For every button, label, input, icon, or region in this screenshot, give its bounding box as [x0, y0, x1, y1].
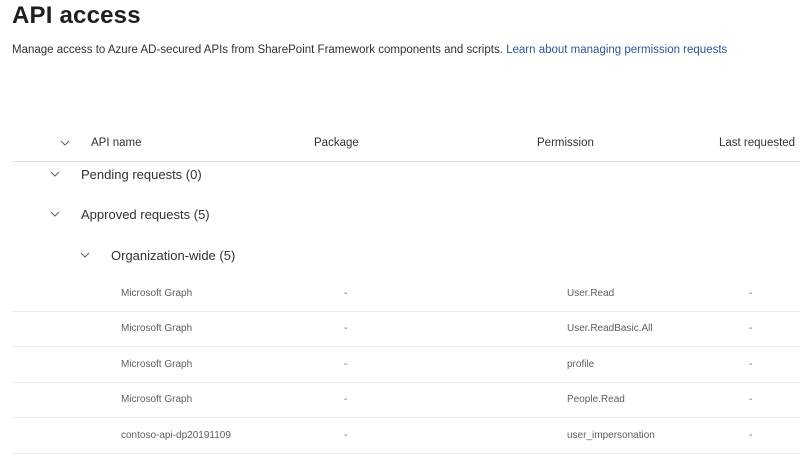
pending-group-chevron-down-icon[interactable]: [49, 168, 63, 182]
cell-api-name: Microsoft Graph: [121, 359, 193, 370]
table-header: API name Package Permission Last request…: [12, 128, 800, 162]
cell-last-requested: -: [749, 288, 753, 299]
cell-last-requested: -: [749, 323, 753, 334]
cell-permission: User.ReadBasic.All: [567, 323, 653, 334]
cell-permission: profile: [567, 359, 595, 370]
cell-package: -: [344, 323, 348, 334]
cell-permission: User.Read: [567, 288, 615, 299]
cell-api-name: Microsoft Graph: [121, 288, 193, 299]
cell-package: -: [344, 394, 348, 405]
cell-last-requested: -: [749, 430, 753, 441]
cell-package: -: [344, 359, 348, 370]
table-row[interactable]: Microsoft Graph - People.Read -: [12, 382, 800, 418]
cell-api-name: Microsoft Graph: [121, 323, 193, 334]
cell-api-name: contoso-api-dp20191109: [121, 430, 231, 441]
collapse-all-chevron-down-icon[interactable]: [59, 137, 73, 151]
approved-group-chevron-down-icon[interactable]: [49, 208, 63, 222]
table-row[interactable]: Microsoft Graph - User.ReadBasic.All -: [12, 311, 800, 347]
column-header-api-name[interactable]: API name: [91, 137, 142, 149]
cell-api-name: Microsoft Graph: [121, 394, 193, 405]
table-row[interactable]: contoso-api-dp20191109 - user_impersonat…: [12, 418, 800, 454]
description-text: Manage access to Azure AD-secured APIs f…: [12, 44, 503, 56]
group-header-pending[interactable]: Pending requests (0): [81, 167, 202, 182]
cell-last-requested: -: [749, 394, 753, 405]
cell-package: -: [344, 430, 348, 441]
page-description: Manage access to Azure AD-secured APIs f…: [12, 44, 727, 56]
cell-package: -: [344, 288, 348, 299]
page-title: API access: [12, 2, 141, 29]
column-header-last-requested[interactable]: Last requested: [719, 137, 795, 149]
table-row[interactable]: Microsoft Graph - User.Read -: [12, 276, 800, 312]
column-header-permission[interactable]: Permission: [537, 137, 594, 149]
learn-more-link[interactable]: Learn about managing permission requests: [506, 44, 727, 56]
group-header-organization-wide[interactable]: Organization-wide (5): [111, 248, 235, 263]
org-wide-group-chevron-down-icon[interactable]: [79, 249, 93, 263]
cell-last-requested: -: [749, 359, 753, 370]
column-header-package[interactable]: Package: [314, 137, 359, 149]
group-header-approved[interactable]: Approved requests (5): [81, 207, 210, 222]
cell-permission: People.Read: [567, 394, 625, 405]
cell-permission: user_impersonation: [567, 430, 655, 441]
table-row[interactable]: Microsoft Graph - profile -: [12, 347, 800, 383]
